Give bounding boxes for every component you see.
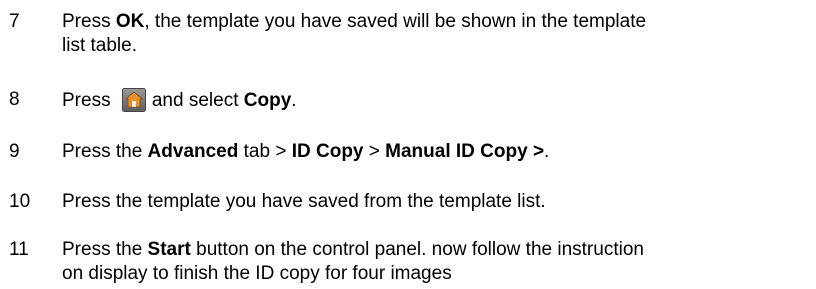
step-number: 10 (9, 191, 31, 212)
text-run: tab > (238, 141, 292, 162)
start-label: Start (147, 239, 191, 260)
step-text: Press the Start button on the control pa… (62, 238, 802, 286)
text-run: and select (151, 90, 244, 111)
advanced-tab-label: Advanced (147, 141, 239, 162)
step-text: Press the template you have saved from t… (62, 190, 802, 214)
text-run: on display to finish the ID copy for fou… (62, 263, 452, 284)
ok-label: OK (115, 11, 145, 32)
step-number: 7 (9, 11, 20, 32)
text-run: button on the control panel. now follow … (190, 239, 644, 260)
text-run: list table. (62, 35, 137, 56)
id-copy-label: ID Copy (291, 141, 364, 162)
manual-id-copy-label: Manual ID Copy > (385, 141, 545, 162)
text-run: Press (62, 90, 116, 111)
text-run: Press the template you have saved from t… (62, 191, 546, 212)
step-number: 9 (9, 141, 20, 162)
home-icon (121, 88, 146, 112)
text-run: > (363, 141, 386, 162)
step-text: Press and select Copy. (62, 88, 802, 113)
text-run: Press the (62, 141, 148, 162)
text-run: Press the (62, 239, 148, 260)
step-number: 11 (9, 239, 29, 260)
text-run: , the template you have saved will be sh… (144, 11, 647, 32)
step-text: Press OK, the template you have saved wi… (62, 10, 802, 58)
text-run: Press (62, 11, 116, 32)
text-run: . (544, 141, 550, 162)
text-run: . (291, 90, 297, 111)
step-text: Press the Advanced tab > ID Copy > Manua… (62, 140, 802, 164)
step-number: 8 (9, 89, 20, 110)
copy-label: Copy (243, 90, 292, 111)
